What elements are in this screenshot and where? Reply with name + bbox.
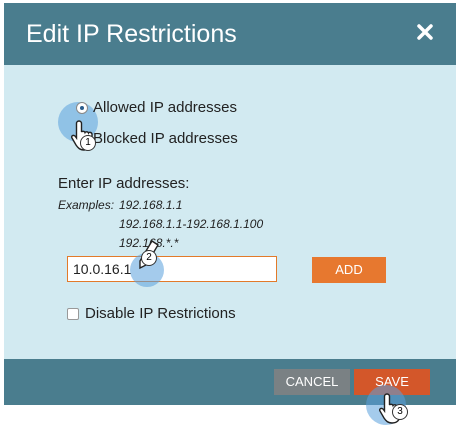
example-ip-1: 192.168.1.1: [119, 198, 183, 212]
disable-restrictions-label: Disable IP Restrictions: [85, 305, 236, 322]
step-2-badge: 2: [141, 250, 157, 266]
step-3-number: 3: [397, 406, 403, 417]
allowed-ip-radio[interactable]: [76, 101, 88, 114]
add-button[interactable]: ADD: [312, 257, 386, 283]
close-icon[interactable]: [416, 23, 434, 41]
dialog-title: Edit IP Restrictions: [26, 20, 237, 48]
allowed-ip-label: Allowed IP addresses: [93, 99, 237, 116]
blocked-ip-radio-option[interactable]: Blocked IP addresses: [76, 130, 238, 147]
step-1-number: 1: [85, 137, 91, 148]
step-3-badge: 3: [392, 404, 408, 420]
step-1-badge: 1: [80, 135, 96, 151]
allowed-ip-radio-option[interactable]: Allowed IP addresses: [76, 99, 237, 116]
enter-ip-label: Enter IP addresses:: [58, 175, 190, 192]
blocked-ip-label: Blocked IP addresses: [93, 130, 238, 147]
ip-address-input[interactable]: 10.0.16.1: [67, 256, 277, 282]
step-2-number: 2: [146, 252, 152, 263]
examples-label: Examples:: [58, 198, 115, 212]
disable-restrictions-checkbox[interactable]: [67, 307, 79, 320]
edit-ip-restrictions-dialog: Edit IP Restrictions Allowed IP addresse…: [4, 3, 456, 405]
cancel-button[interactable]: CANCEL: [274, 369, 350, 395]
disable-restrictions-option[interactable]: Disable IP Restrictions: [67, 305, 236, 322]
example-ip-range: 192.168.1.1-192.168.1.100: [119, 217, 264, 231]
dialog-header: Edit IP Restrictions: [4, 3, 456, 65]
